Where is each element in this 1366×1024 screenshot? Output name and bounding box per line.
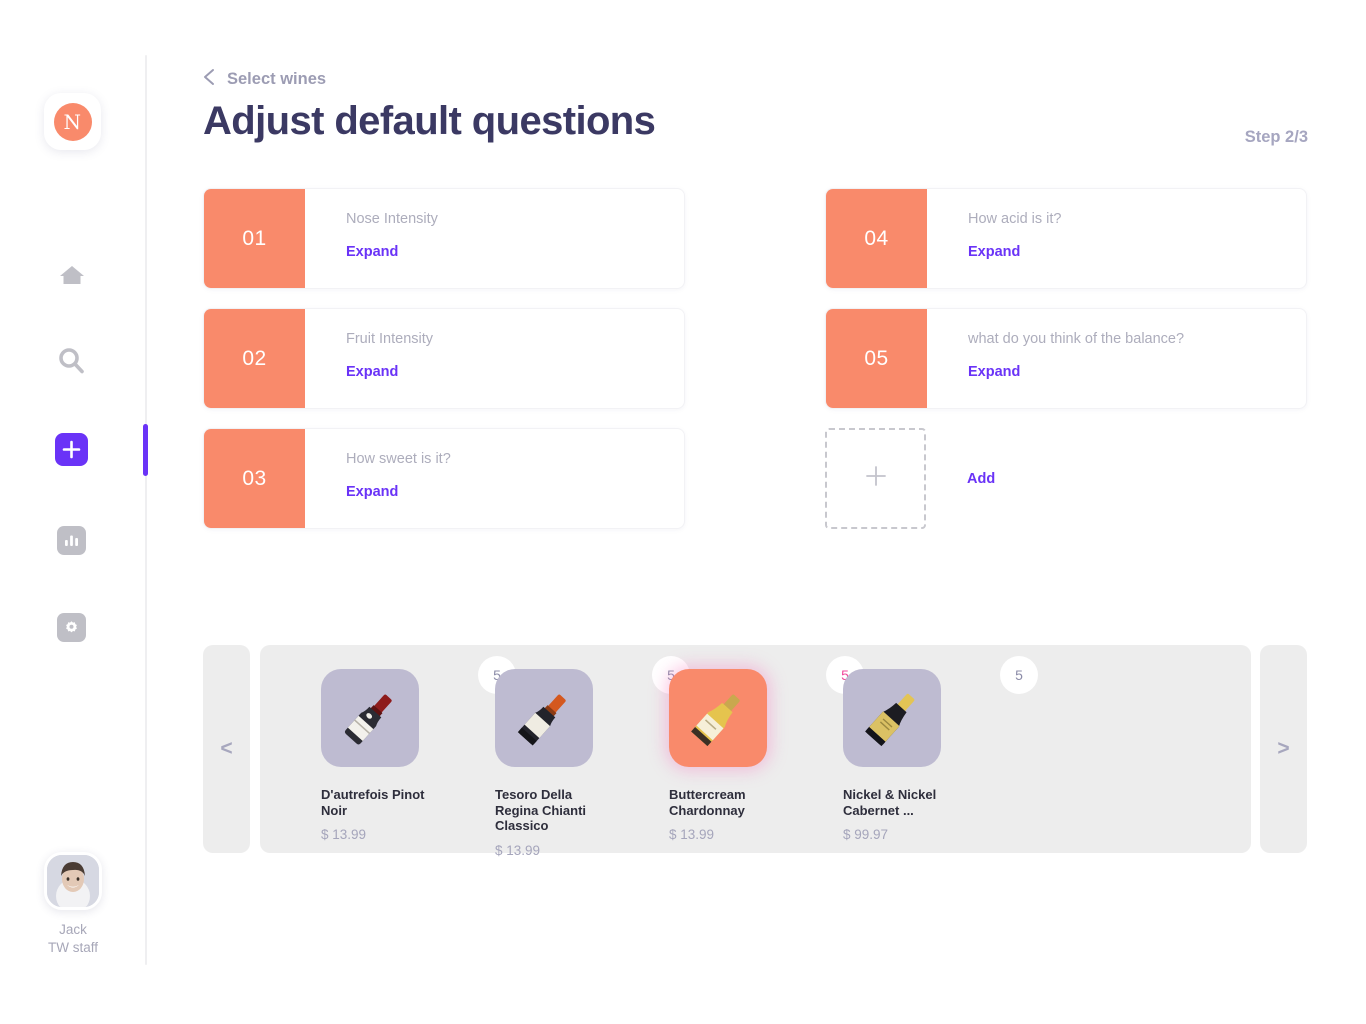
wine-name: Nickel & Nickel Cabernet ... <box>843 787 937 818</box>
avatar[interactable] <box>44 852 102 910</box>
chevron-left-icon: < <box>220 737 233 760</box>
wine-price: $ 13.99 <box>669 827 715 842</box>
sidebar-item-search[interactable] <box>55 344 88 377</box>
wine-name: Buttercream Chardonnay <box>669 787 746 818</box>
avatar-photo <box>47 855 99 907</box>
wine-carousel: < 5 D'autrefois Pinot Noir $ 13.99 5 Tes… <box>203 645 1307 858</box>
question-body: Fruit Intensity Expand <box>305 309 684 408</box>
question-text: what do you think of the balance? <box>968 331 1185 347</box>
brand-logo[interactable]: N <box>44 93 101 150</box>
wine-price: $ 13.99 <box>321 827 367 842</box>
wine-card[interactable]: 5 Tesoro Della Regina Chianti Classico $… <box>495 656 690 858</box>
sidebar-active-indicator <box>143 424 148 476</box>
question-card[interactable]: 04 How acid is it? Expand <box>825 188 1307 289</box>
user-profile[interactable]: Jack TW staff <box>0 852 146 955</box>
carousel-next-button[interactable]: > <box>1260 645 1307 853</box>
wine-carousel-track: 5 D'autrefois Pinot Noir $ 13.99 5 Tesor… <box>260 645 1251 858</box>
wine-name: Tesoro Della Regina Chianti Classico <box>495 787 587 833</box>
search-icon <box>58 347 85 374</box>
question-card[interactable]: 02 Fruit Intensity Expand <box>203 308 685 409</box>
question-body: How sweet is it? Expand <box>305 429 684 528</box>
sidebar-divider <box>145 55 147 965</box>
home-icon <box>59 263 85 287</box>
profile-role: TW staff <box>47 940 98 955</box>
sidebar-item-settings[interactable] <box>55 611 88 644</box>
question-text: Nose Intensity <box>346 211 438 227</box>
question-body: what do you think of the balance? Expand <box>927 309 1306 408</box>
gear-icon <box>57 613 86 642</box>
expand-link[interactable]: Expand <box>968 244 1020 260</box>
breadcrumb-label[interactable]: Select wines <box>227 70 326 89</box>
expand-link[interactable]: Expand <box>346 364 398 380</box>
app-root: N Jack TW staff Select wines Adjust defa… <box>0 0 1366 1024</box>
sidebar-item-home[interactable] <box>55 258 88 291</box>
question-body: How acid is it? Expand <box>927 189 1306 288</box>
wine-badge: 5 <box>1000 656 1038 694</box>
wine-thumbnail[interactable] <box>843 669 941 767</box>
question-number: 03 <box>204 429 305 528</box>
profile-name: Jack <box>59 922 87 937</box>
question-card[interactable]: 05 what do you think of the balance? Exp… <box>825 308 1307 409</box>
page-title: Adjust default questions <box>203 99 656 143</box>
question-card[interactable]: 03 How sweet is it? Expand <box>203 428 685 529</box>
red-wine-bottle-icon <box>344 694 392 745</box>
bar-chart-icon <box>57 526 86 555</box>
wine-thumbnail[interactable] <box>669 669 767 767</box>
add-question-body: Add <box>926 428 1307 529</box>
wine-thumbnail[interactable] <box>321 669 419 767</box>
chevron-left-icon <box>203 68 215 90</box>
sidebar-item-add[interactable] <box>55 433 88 466</box>
step-indicator: Step 2/3 <box>1244 128 1308 146</box>
wine-price: $ 13.99 <box>495 842 541 858</box>
question-text: How sweet is it? <box>346 451 451 467</box>
question-number: 04 <box>826 189 927 288</box>
sidebar-item-stats[interactable] <box>55 524 88 557</box>
add-question-box[interactable] <box>825 428 926 529</box>
wine-price: $ 99.97 <box>843 827 889 842</box>
carousel-prev-button[interactable]: < <box>203 645 250 853</box>
add-question-card[interactable]: Add <box>825 428 1307 529</box>
questions-column-left: 01 Nose Intensity Expand 02 Fruit Intens… <box>203 188 685 548</box>
question-number: 01 <box>204 189 305 288</box>
add-link[interactable]: Add <box>967 471 995 487</box>
breadcrumb[interactable]: Select wines <box>203 68 326 90</box>
question-number: 05 <box>826 309 927 408</box>
expand-link[interactable]: Expand <box>968 364 1020 380</box>
brand-logo-icon: N <box>53 102 92 141</box>
plus-icon <box>864 464 888 493</box>
wine-card-selected[interactable]: 5 Buttercream Chardonnay $ 13.99 <box>669 656 864 842</box>
expand-link[interactable]: Expand <box>346 484 398 500</box>
wine-card[interactable]: 5 Nickel & Nickel Cabernet ... $ 99.97 <box>843 656 1038 842</box>
red-wine-bottle-icon <box>517 694 566 746</box>
question-number: 02 <box>204 309 305 408</box>
wine-name: D'autrefois Pinot Noir <box>321 787 425 818</box>
chevron-right-icon: > <box>1277 737 1290 760</box>
wine-thumbnail[interactable] <box>495 669 593 767</box>
plus-icon <box>62 440 81 459</box>
questions-column-right: 04 How acid is it? Expand 05 what do you… <box>825 188 1307 529</box>
question-body: Nose Intensity Expand <box>305 189 684 288</box>
gold-wine-bottle-icon <box>865 693 915 747</box>
question-card[interactable]: 01 Nose Intensity Expand <box>203 188 685 289</box>
wine-card[interactable]: 5 D'autrefois Pinot Noir $ 13.99 <box>321 656 516 842</box>
question-text: Fruit Intensity <box>346 331 434 347</box>
expand-link[interactable]: Expand <box>346 244 398 260</box>
white-wine-bottle-icon <box>691 694 740 747</box>
question-text: How acid is it? <box>968 211 1062 227</box>
sidebar: N Jack TW staff <box>0 0 148 1024</box>
